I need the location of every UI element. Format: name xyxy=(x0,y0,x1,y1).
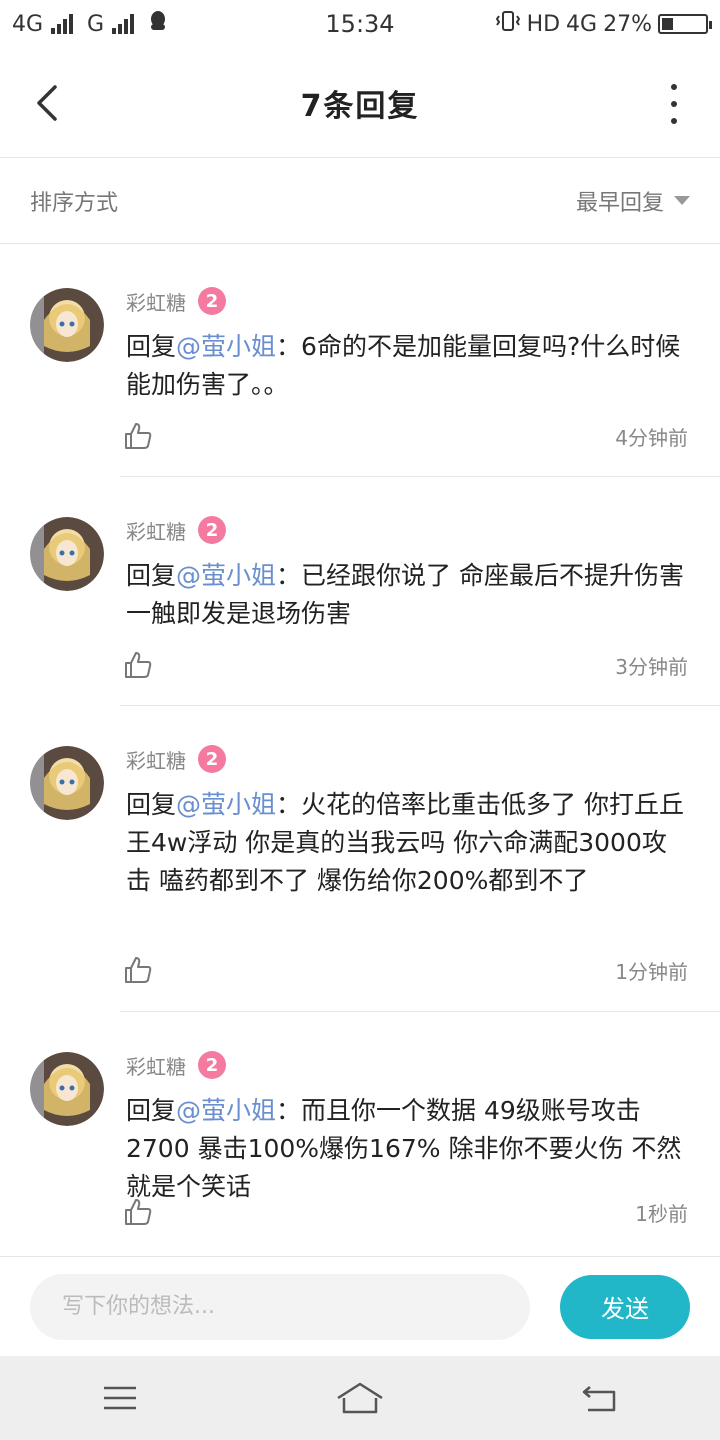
reply-time: 3分钟前 xyxy=(615,654,688,679)
reply-item: 彩虹糖 2 回复@萤小姐：已经跟你说了 命座最后不提升伤害 一触即发是退场伤害 … xyxy=(0,477,720,706)
avatar[interactable] xyxy=(30,1052,104,1126)
signal-icon xyxy=(51,14,74,34)
username[interactable]: 彩虹糖 xyxy=(126,745,186,774)
reply-item: 彩虹糖 2 回复@萤小姐：火花的倍率比重击低多了 你打丘丘王4w浮动 你是真的当… xyxy=(0,706,720,1012)
reply-prefix: 回复 xyxy=(126,1096,177,1125)
reply-separator: ： xyxy=(276,1096,302,1125)
battery-icon xyxy=(658,14,712,34)
qq-icon xyxy=(148,10,168,38)
menu-icon xyxy=(104,1386,136,1410)
reply-list: 彩虹糖 2 回复@萤小姐：6命的不是加能量回复吗?什么时候能加伤害了。。 4分钟… xyxy=(0,248,720,1256)
chevron-left-icon xyxy=(37,85,57,121)
reply-item: 彩虹糖 2 回复@萤小姐：6命的不是加能量回复吗?什么时候能加伤害了。。 4分钟… xyxy=(0,248,720,477)
level-badge: 2 xyxy=(198,1051,226,1079)
like-button[interactable] xyxy=(122,954,154,986)
thumbs-up-icon xyxy=(125,1199,152,1225)
level-badge: 2 xyxy=(198,745,226,773)
nav-back-button[interactable] xyxy=(570,1373,630,1423)
battery-percent: 27% xyxy=(603,11,652,37)
system-nav-bar xyxy=(0,1356,720,1440)
return-icon xyxy=(582,1386,616,1412)
reply-item: 彩虹糖 2 回复@萤小姐：而且你一个数据 49级账号攻击2700 暴击100%爆… xyxy=(0,1012,720,1256)
comment-input[interactable] xyxy=(30,1273,530,1340)
chevron-down-icon xyxy=(674,196,690,205)
mention-link[interactable]: @萤小姐 xyxy=(176,790,276,819)
mention-link[interactable]: @萤小姐 xyxy=(176,332,276,361)
nav-home-button[interactable] xyxy=(330,1373,390,1423)
reply-separator: ： xyxy=(276,332,302,361)
send-button[interactable]: 发送 xyxy=(560,1274,690,1339)
status-right: HD 4G 27% xyxy=(495,10,712,38)
thumbs-up-icon xyxy=(125,652,152,678)
page-title: 7条回复 xyxy=(300,88,420,124)
reply-time: 1秒前 xyxy=(635,1201,688,1226)
reply-content: 回复@萤小姐：已经跟你说了 命座最后不提升伤害 一触即发是退场伤害 xyxy=(126,557,688,633)
thumbs-up-icon xyxy=(125,957,152,983)
thumbs-up-icon xyxy=(125,423,152,449)
reply-content: 回复@萤小姐：6命的不是加能量回复吗?什么时候能加伤害了。。 xyxy=(126,328,688,404)
reply-time: 4分钟前 xyxy=(615,425,688,450)
header: 7条回复 xyxy=(0,48,720,158)
username[interactable]: 彩虹糖 xyxy=(126,287,186,316)
like-button[interactable] xyxy=(122,649,154,681)
more-vertical-icon xyxy=(671,84,677,90)
mention-link[interactable]: @萤小姐 xyxy=(176,1096,276,1125)
back-button[interactable] xyxy=(22,78,72,128)
sort-label: 排序方式 xyxy=(30,190,119,216)
network-label-2: G xyxy=(87,11,105,37)
status-left: 4G G xyxy=(12,10,168,38)
like-button[interactable] xyxy=(122,420,154,452)
avatar[interactable] xyxy=(30,517,104,591)
level-badge: 2 xyxy=(198,516,226,544)
home-icon xyxy=(337,1382,383,1414)
hd-label: HD xyxy=(526,11,561,37)
like-button[interactable] xyxy=(122,1196,154,1228)
mention-link[interactable]: @萤小姐 xyxy=(176,561,276,590)
nav-menu-button[interactable] xyxy=(90,1373,150,1423)
level-badge: 2 xyxy=(198,287,226,315)
reply-prefix: 回复 xyxy=(126,561,177,590)
sort-selected-value: 最早回复 xyxy=(575,190,664,216)
reply-prefix: 回复 xyxy=(126,332,177,361)
reply-separator: ： xyxy=(276,561,302,590)
sort-dropdown[interactable]: 最早回复 xyxy=(576,185,690,217)
reply-prefix: 回复 xyxy=(126,790,177,819)
sort-bar: 排序方式 最早回复 xyxy=(0,158,720,244)
status-bar: 4G G 15:34 HD 4G 27% xyxy=(0,0,720,48)
vibrate-icon xyxy=(495,10,521,38)
reply-content: 回复@萤小姐：火花的倍率比重击低多了 你打丘丘王4w浮动 你是真的当我云吗 你六… xyxy=(126,786,688,900)
avatar[interactable] xyxy=(30,288,104,362)
signal-icon-2 xyxy=(112,14,135,34)
network-label-3: 4G xyxy=(566,11,598,37)
reply-content: 回复@萤小姐：而且你一个数据 49级账号攻击2700 暴击100%爆伤167% … xyxy=(126,1092,688,1206)
reply-time: 1分钟前 xyxy=(615,959,688,984)
network-label-1: 4G xyxy=(12,11,44,37)
username[interactable]: 彩虹糖 xyxy=(126,1051,186,1080)
avatar[interactable] xyxy=(30,746,104,820)
comment-input-bar: 发送 xyxy=(0,1256,720,1356)
reply-separator: ： xyxy=(276,790,302,819)
more-options-button[interactable] xyxy=(668,84,680,124)
username[interactable]: 彩虹糖 xyxy=(126,516,186,545)
